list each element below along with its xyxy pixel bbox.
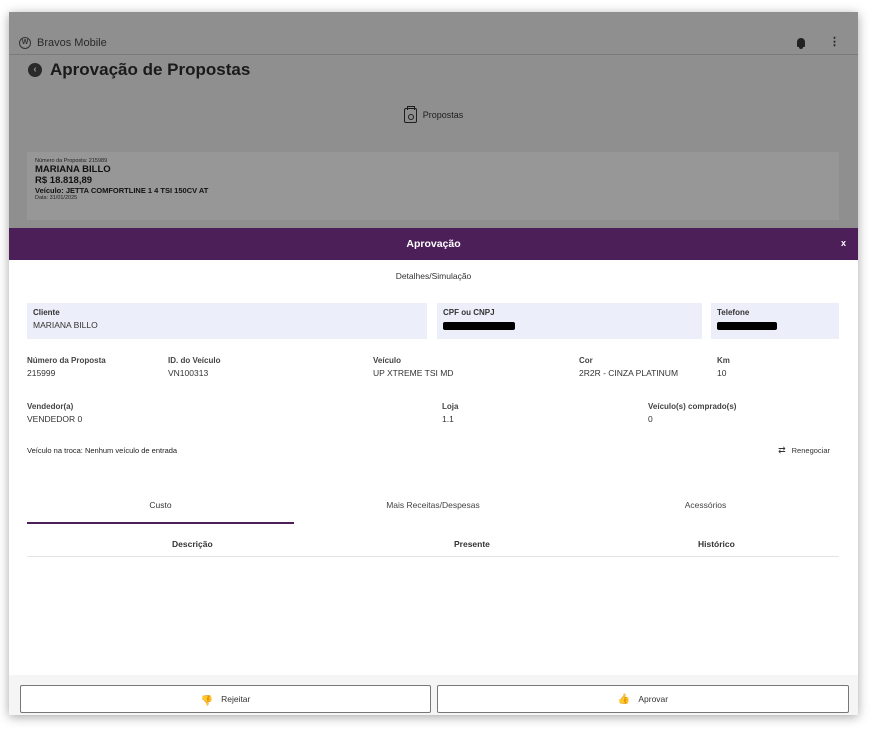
card-date: Data: 31/01/2025 (35, 195, 78, 201)
cpf-field: CPF ou CNPJ (437, 303, 702, 339)
veiculo-value: UP XTREME TSI MD (373, 368, 454, 378)
column-descricao: Descrição (172, 539, 213, 549)
tab-mais-receitas-despesas[interactable]: Mais Receitas/Despesas (299, 500, 567, 524)
thumbs-down-icon: 👍 (200, 693, 214, 705)
client-value: MARIANA BILLO (33, 320, 98, 330)
tab-bar: Custo Mais Receitas/Despesas Acessórios (27, 500, 839, 524)
approve-button[interactable]: 👍 Aprovar (437, 685, 849, 713)
swap-icon: ⇄ (778, 445, 786, 455)
column-historico: Histórico (698, 539, 735, 549)
id-veiculo: ID. do Veículo VN100313 (168, 356, 220, 378)
loja-value: 1.1 (442, 414, 454, 424)
kebab-menu-icon[interactable]: ⋮ (829, 37, 840, 48)
vendedor-value: VENDEDOR 0 (27, 414, 83, 424)
approve-label: Aprovar (638, 694, 669, 704)
telefone-field: Telefone (711, 303, 839, 339)
clipboard-search-icon (403, 105, 417, 123)
km: Km 10 (717, 356, 730, 378)
app-bar: W Bravos Mobile ⋮ (9, 12, 858, 55)
renegociar-button[interactable]: ⇄ Renegociar (778, 445, 830, 456)
thumbs-up-icon: 👍 (617, 693, 631, 705)
propostas-label: Propostas (422, 110, 464, 120)
client-field: Cliente MARIANA BILLO (27, 303, 427, 339)
loja: Loja 1.1 (442, 402, 458, 424)
numero-proposta: Número da Proposta 215999 (27, 356, 106, 378)
reject-button[interactable]: 👍 Rejeitar (20, 685, 431, 713)
card-value: R$ 18.818,89 (35, 175, 93, 186)
veiculo: Veículo UP XTREME TSI MD (373, 356, 453, 378)
column-presente: Presente (454, 539, 490, 549)
tab-custo[interactable]: Custo (27, 500, 294, 524)
comprados-label: Veículo(s) comprado(s) (648, 402, 737, 411)
vw-logo-icon: W (19, 37, 31, 49)
telefone-label: Telefone (717, 308, 750, 317)
cor: Cor 2R2R - CINZA PLATINUM (579, 356, 678, 378)
app-name: Bravos Mobile (37, 37, 107, 49)
modal-subtitle: Detalhes/Simulação (395, 271, 472, 281)
page-title: Aprovação de Propostas (50, 60, 251, 79)
vendedor: Vendedor(a) VENDEDOR 0 (27, 402, 82, 424)
renegociar-label: Renegociar (791, 446, 830, 455)
veiculos-comprados: Veículo(s) comprado(s) 0 (648, 402, 736, 424)
reject-label: Rejeitar (221, 694, 251, 704)
card-client-name: MARIANA BILLO (35, 164, 111, 175)
id-veiculo-label: ID. do Veículo (168, 356, 221, 365)
modal-header: Aprovação x (9, 228, 858, 260)
loja-label: Loja (442, 402, 459, 411)
veiculo-label: Veículo (373, 356, 402, 365)
proposal-card[interactable]: Número da Proposta: 215989 MARIANA BILLO… (27, 152, 839, 220)
cor-value: 2R2R - CINZA PLATINUM (579, 368, 679, 378)
background-page: W Bravos Mobile ⋮ ‹ Aprovação de Propost… (9, 12, 858, 228)
km-value: 10 (717, 368, 727, 378)
page-title-row: ‹ Aprovação de Propostas (9, 55, 858, 85)
trade-in-text: Veículo na troca: Nenhum veículo de entr… (27, 446, 178, 455)
comprados-value: 0 (648, 414, 653, 424)
numero-value: 215999 (27, 368, 56, 378)
propostas-header: Propostas (9, 85, 858, 145)
back-arrow-icon[interactable]: ‹ (28, 63, 42, 77)
cpf-redacted (443, 322, 515, 330)
id-veiculo-value: VN100313 (168, 368, 209, 378)
card-vehicle: Veículo: JETTA COMFORTLINE 1 4 TSI 150CV… (35, 186, 209, 195)
numero-label: Número da Proposta (27, 356, 106, 365)
modal-title: Aprovação (406, 238, 461, 250)
bell-icon[interactable] (797, 38, 805, 49)
table-header: Descrição Presente Histórico (27, 539, 839, 557)
vendedor-label: Vendedor(a) (27, 402, 74, 411)
telefone-redacted (717, 322, 777, 330)
tab-acessorios[interactable]: Acessórios (572, 500, 839, 524)
client-label: Cliente (33, 308, 60, 317)
app-window: W Bravos Mobile ⋮ ‹ Aprovação de Propost… (9, 12, 858, 715)
cpf-label: CPF ou CNPJ (443, 308, 495, 317)
km-label: Km (717, 356, 730, 365)
close-icon[interactable]: x (841, 238, 846, 248)
cor-label: Cor (579, 356, 593, 365)
modal-footer: 👍 Rejeitar 👍 Aprovar (9, 675, 858, 715)
